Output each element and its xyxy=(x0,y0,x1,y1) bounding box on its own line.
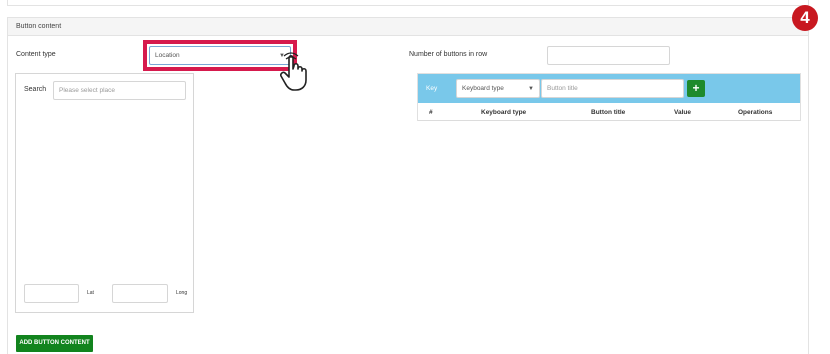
keyboard-toolbar: Key Keyboard type ▼ Button title + xyxy=(418,74,800,103)
place-search-placeholder: Please select place xyxy=(59,87,116,94)
search-label: Search xyxy=(24,86,47,93)
panel-header: Button content xyxy=(8,18,808,36)
place-search-input[interactable]: Please select place xyxy=(53,81,186,100)
add-key-button[interactable]: + xyxy=(687,80,705,97)
chevron-down-icon: ▼ xyxy=(528,86,534,92)
add-button-content-button[interactable]: ADD BUTTON CONTENT xyxy=(16,335,93,352)
col-button-title: Button title xyxy=(591,109,626,116)
keyboard-editor: Key Keyboard type ▼ Button title + # Key… xyxy=(417,73,801,121)
col-keyboard-type: Keyboard type xyxy=(481,109,527,116)
lat-input[interactable] xyxy=(24,284,79,303)
keyboard-type-value: Keyboard type xyxy=(462,85,504,92)
buttons-in-row-label: Number of buttons in row xyxy=(409,51,488,58)
button-title-placeholder: Button title xyxy=(547,85,578,92)
plus-icon: + xyxy=(692,81,700,95)
keyboard-type-select[interactable]: Keyboard type ▼ xyxy=(456,79,540,98)
content-type-select[interactable]: Location ▼ xyxy=(149,46,291,65)
button-title-input[interactable]: Button title xyxy=(541,79,684,98)
content-type-label: Content type xyxy=(16,51,56,58)
top-frame xyxy=(7,0,809,6)
buttons-in-row-input[interactable] xyxy=(547,46,670,65)
step-badge: 4 xyxy=(792,5,818,31)
location-picker xyxy=(15,73,194,313)
hand-cursor-icon xyxy=(280,52,307,91)
content-type-value: Location xyxy=(155,52,180,59)
long-label: Long xyxy=(176,290,188,296)
long-input[interactable] xyxy=(112,284,168,303)
col-operations: Operations xyxy=(738,109,773,116)
panel-title: Button content xyxy=(16,23,62,30)
lat-label: Lat xyxy=(87,290,94,296)
table-divider xyxy=(418,120,800,121)
col-value: Value xyxy=(674,109,691,116)
col-index: # xyxy=(429,109,433,116)
key-label: Key xyxy=(426,85,438,92)
